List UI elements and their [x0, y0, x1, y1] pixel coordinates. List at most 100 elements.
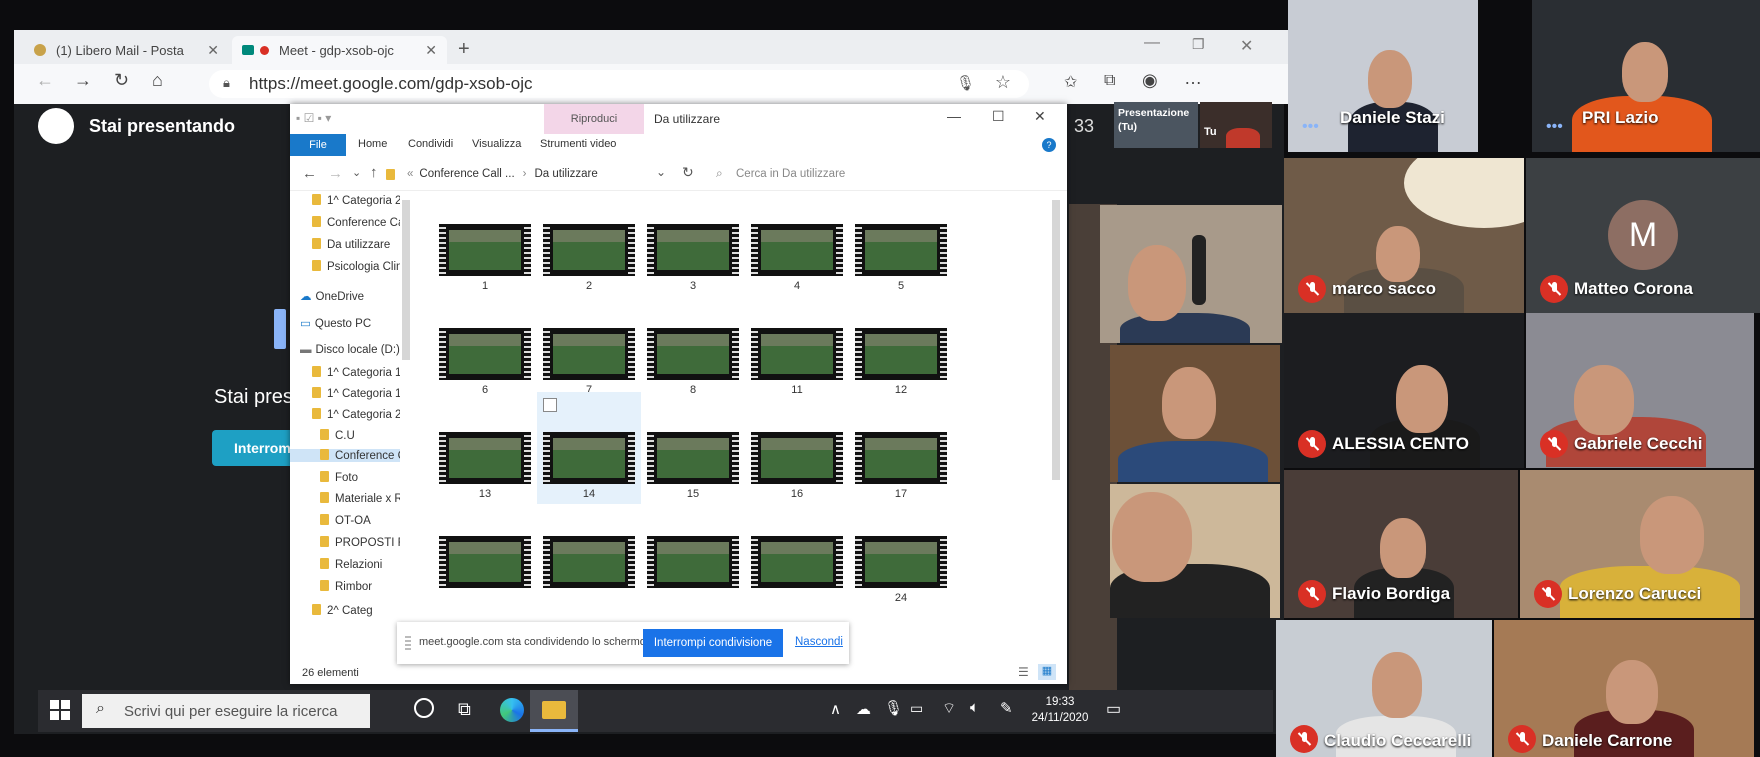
sidebar-item[interactable]: Conference Call I	[312, 216, 400, 229]
sidebar-item[interactable]: Materiale x Rad	[320, 492, 400, 505]
video-thumbnail[interactable]	[439, 328, 531, 380]
cortana-icon[interactable]	[414, 698, 434, 718]
pen-icon[interactable]: ✎	[1000, 699, 1013, 717]
window-close-icon[interactable]: ✕	[1240, 36, 1253, 56]
video-thumbnail[interactable]	[751, 432, 843, 484]
ribbon-tab-video-tools[interactable]: Strumenti video	[540, 138, 616, 150]
participant-tile[interactable]: Lorenzo Carucci	[1520, 470, 1754, 618]
sidebar-item[interactable]: Foto	[320, 471, 358, 484]
context-tab-play[interactable]: Riproduci	[544, 104, 644, 134]
ribbon-tab-view[interactable]: Visualizza	[472, 138, 521, 150]
video-thumbnail[interactable]	[439, 536, 531, 588]
sidebar-item[interactable]: 1^ Categoria 18-	[312, 366, 400, 379]
close-icon[interactable]: ✕	[207, 42, 219, 59]
participant-tile[interactable]: Flavio Bordiga	[1284, 470, 1518, 618]
sidebar-item-drive[interactable]: ▬ Disco locale (D:)	[300, 344, 400, 356]
close-icon[interactable]: ✕	[1034, 108, 1046, 125]
breadcrumb-item[interactable]: Da utilizzare	[535, 168, 598, 180]
sidebar-item-onedrive[interactable]: ☁ OneDrive	[300, 289, 364, 303]
file-grid-scrollbar[interactable]	[1052, 200, 1060, 480]
address-bar[interactable]: 🔒︎ https://meet.google.com/gdp-xsob-ojc …	[209, 70, 1029, 98]
video-thumbnail[interactable]	[647, 328, 739, 380]
participant-tile[interactable]: ALESSIA CENTO	[1284, 313, 1524, 468]
ribbon-tab-share[interactable]: Condividi	[408, 138, 453, 150]
participant-tile[interactable]	[1100, 205, 1282, 343]
ribbon-tab-file[interactable]: File	[290, 134, 346, 156]
video-thumbnail[interactable]	[543, 536, 635, 588]
sidebar-item[interactable]: 2^ Categ	[312, 604, 373, 617]
sidebar-item[interactable]: 1^ Categoria 20-	[312, 408, 400, 421]
close-icon[interactable]: ✕	[425, 42, 437, 59]
participant-tile[interactable]: Daniele Carrone	[1494, 620, 1754, 757]
sidebar-item-this-pc[interactable]: ▭ Questo PC	[300, 316, 371, 330]
wifi-icon[interactable]: ⌔	[942, 699, 956, 718]
selection-checkbox[interactable]	[543, 398, 557, 412]
favorites-icon[interactable]: ✩	[1064, 72, 1077, 92]
file-explorer-icon[interactable]	[530, 690, 578, 732]
video-thumbnail[interactable]	[855, 432, 947, 484]
participant-tile[interactable]: M Matteo Corona	[1526, 158, 1760, 313]
participant-tile[interactable]: Gabriele Cecchi	[1526, 313, 1754, 468]
sidebar-item[interactable]: Psicologia Clinica	[312, 260, 400, 273]
participant-tile[interactable]: Claudio Ceccarelli	[1276, 620, 1492, 757]
hide-link[interactable]: Nascondi	[795, 636, 843, 648]
video-thumbnail[interactable]	[647, 224, 739, 276]
sidebar-item[interactable]: PROPOSTI FINI	[320, 536, 400, 549]
up-icon[interactable]: ↑	[370, 164, 378, 181]
participant-tile[interactable]: marco sacco	[1284, 158, 1524, 313]
edge-icon[interactable]	[500, 698, 524, 722]
video-thumbnail[interactable]	[751, 328, 843, 380]
microphone-icon[interactable]: 🎙︎	[884, 699, 903, 717]
maximize-icon[interactable]: ☐	[992, 108, 1005, 125]
quick-access-toolbar-icon[interactable]: ▪ ☑ ▪ ▾	[296, 111, 331, 125]
sidebar-item[interactable]: C.U	[320, 429, 355, 442]
minimize-icon[interactable]: —	[947, 108, 961, 124]
sidebar-item[interactable]: Da utilizzare	[312, 238, 390, 251]
video-thumbnail[interactable]	[543, 328, 635, 380]
breadcrumb[interactable]: « Conference Call ... › Da utilizzare	[386, 163, 646, 185]
drag-handle-icon[interactable]	[405, 636, 411, 650]
battery-icon[interactable]: ▭	[910, 700, 923, 717]
navigation-pane-scrollbar[interactable]	[402, 200, 410, 360]
restore-icon[interactable]: ❐	[1192, 36, 1205, 53]
details-view-icon[interactable]: ☰	[1018, 665, 1029, 679]
profile-icon[interactable]: ◉	[1142, 70, 1158, 91]
video-thumbnail[interactable]	[439, 432, 531, 484]
sidebar-item[interactable]: 1^ Categoria 19-	[312, 387, 400, 400]
sidebar-item-selected[interactable]: Conference Cal	[290, 449, 400, 462]
sidebar-item[interactable]: OT-OA	[320, 514, 371, 527]
stop-sharing-button[interactable]: Interrompi condivisione	[643, 629, 783, 657]
video-thumbnail[interactable]	[647, 432, 739, 484]
back-icon[interactable]: ←	[36, 70, 54, 91]
favorite-star-icon[interactable]: ☆	[995, 72, 1011, 93]
participant-tile[interactable]	[1110, 345, 1280, 482]
reload-icon[interactable]: ↻	[114, 70, 129, 91]
participant-tile[interactable]	[1110, 484, 1280, 618]
search-box[interactable]: ⌕ Cerca in Da utilizzare	[708, 163, 1008, 185]
video-thumbnail[interactable]	[751, 536, 843, 588]
mic-icon[interactable]: 🎙︎	[956, 74, 975, 92]
forward-icon[interactable]: →	[328, 165, 343, 182]
sidebar-item[interactable]: 1^ Categoria 20	[312, 194, 400, 207]
video-thumbnail[interactable]	[855, 536, 947, 588]
thumbnail-view-icon[interactable]: ▦	[1038, 664, 1056, 680]
forward-icon[interactable]: →	[74, 70, 92, 91]
participant-tile[interactable]: ••• PRI Lazio	[1532, 0, 1760, 152]
more-menu-icon[interactable]: …	[1184, 68, 1202, 89]
ribbon-tab-home[interactable]: Home	[358, 138, 387, 150]
taskbar-search[interactable]: ⌕ Scrivi qui per eseguire la ricerca	[82, 694, 370, 728]
video-thumbnail[interactable]	[855, 224, 947, 276]
home-icon[interactable]: ⌂	[152, 70, 163, 91]
tab-libero-mail[interactable]: (1) Libero Mail - Posta ✕	[24, 36, 229, 64]
show-hidden-icons[interactable]: ∧	[830, 700, 841, 718]
breadcrumb-item[interactable]: Conference Call ...	[419, 168, 514, 180]
video-thumbnail[interactable]	[543, 224, 635, 276]
minimize-icon[interactable]: —	[1144, 34, 1160, 52]
notifications-icon[interactable]: ▭	[1106, 699, 1121, 719]
sidebar-item[interactable]: Rimbor	[320, 580, 372, 593]
new-tab-icon[interactable]: +	[458, 38, 470, 61]
video-thumbnail[interactable]	[543, 432, 635, 484]
recent-locations-icon[interactable]: ⌄	[352, 166, 361, 179]
video-thumbnail[interactable]	[647, 536, 739, 588]
clock[interactable]: 19:33 24/11/2020	[1028, 694, 1092, 726]
